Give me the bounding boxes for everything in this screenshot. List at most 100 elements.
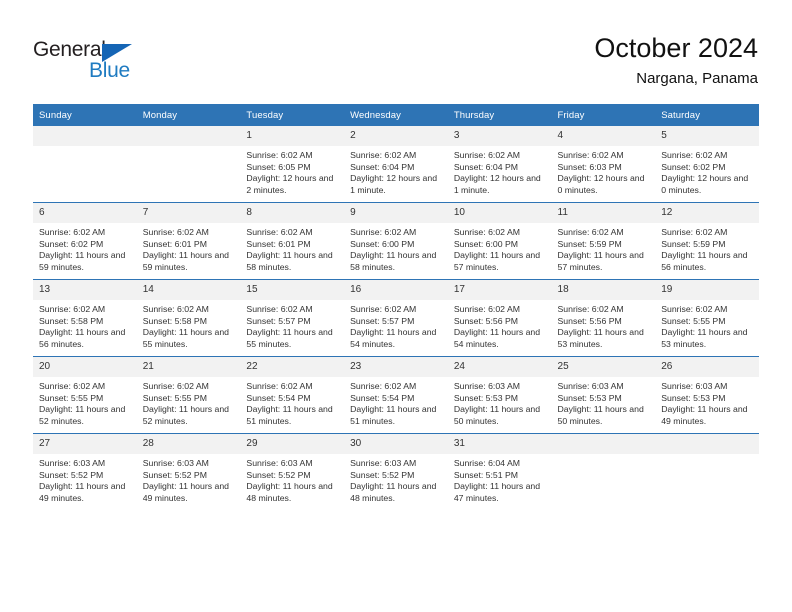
- daylight-text: Daylight: 11 hours and 50 minutes.: [557, 404, 644, 426]
- day-number: 11: [551, 203, 656, 223]
- day-details: Sunrise: 6:02 AM Sunset: 6:04 PM Daylight:…: [344, 146, 448, 196]
- sunset-text: Sunset: 5:53 PM: [453, 392, 519, 403]
- day-details: Sunrise: 6:02 AM Sunset: 6:02 PM Daylight:…: [655, 146, 759, 196]
- general-blue-logo[interactable]: General Blue: [33, 38, 163, 86]
- sunrise-text: Sunrise: 6:03 AM: [661, 381, 728, 391]
- calendar-day-cell[interactable]: 30 Sunrise: 6:03 AM Sunset: 5:52 PM Dayligh…: [344, 433, 448, 510]
- calendar-day-cell[interactable]: 11 Sunrise: 6:02 AM Sunset: 5:59 PM Dayligh…: [551, 202, 656, 280]
- calendar-page: General Blue October 2024 Nargana, Panam…: [0, 0, 792, 612]
- calendar-day-cell[interactable]: 10 Sunrise: 6:02 AM Sunset: 6:00 PM Dayligh…: [447, 202, 552, 280]
- sunrise-sunset-calendar: Sunday Monday Tuesday Wednesday Thursday…: [33, 104, 759, 510]
- day-number: 1: [240, 126, 345, 146]
- sunrise-text: Sunrise: 6:04 AM: [453, 458, 520, 468]
- day-number: 19: [655, 280, 759, 300]
- calendar-day-cell[interactable]: 6 Sunrise: 6:02 AM Sunset: 6:02 PM Daylight…: [33, 202, 137, 280]
- day-details: Sunrise: 6:02 AM Sunset: 6:00 PM Daylight:…: [344, 223, 448, 273]
- day-number: 29: [240, 434, 345, 454]
- calendar-day-cell[interactable]: 25 Sunrise: 6:03 AM Sunset: 5:53 PM Dayligh…: [551, 356, 656, 434]
- calendar-day-cell[interactable]: 14 Sunrise: 6:02 AM Sunset: 5:58 PM Dayligh…: [136, 279, 241, 357]
- sunset-text: Sunset: 6:00 PM: [350, 238, 415, 249]
- day-details: Sunrise: 6:03 AM Sunset: 5:52 PM Daylight:…: [240, 454, 344, 504]
- day-details: Sunrise: 6:02 AM Sunset: 6:01 PM Daylight:…: [137, 223, 241, 273]
- calendar-body: 1 Sunrise: 6:02 AM Sunset: 6:05 PM Daylight…: [33, 126, 759, 510]
- sunset-text: Sunset: 5:57 PM: [350, 315, 415, 326]
- day-number: 23: [344, 357, 448, 377]
- sunrise-text: Sunrise: 6:02 AM: [39, 304, 106, 314]
- sunset-text: Sunset: 5:58 PM: [142, 315, 207, 326]
- calendar-day-cell[interactable]: 26 Sunrise: 6:03 AM Sunset: 5:53 PM Dayligh…: [655, 356, 759, 434]
- sunrise-text: Sunrise: 6:02 AM: [453, 150, 520, 160]
- calendar-day-cell[interactable]: 28 Sunrise: 6:03 AM Sunset: 5:52 PM Dayligh…: [136, 433, 241, 510]
- calendar-day-cell[interactable]: 1 Sunrise: 6:02 AM Sunset: 6:05 PM Daylight…: [240, 126, 345, 203]
- daylight-text: Daylight: 12 hours and 0 minutes.: [557, 173, 645, 195]
- sunset-text: Sunset: 6:02 PM: [661, 161, 726, 172]
- calendar-day-cell[interactable]: 17 Sunrise: 6:02 AM Sunset: 5:56 PM Dayligh…: [447, 279, 552, 357]
- sunset-text: Sunset: 6:04 PM: [453, 161, 519, 172]
- day-number: 7: [136, 203, 241, 223]
- sunrise-text: Sunrise: 6:02 AM: [142, 381, 209, 391]
- day-number: 24: [447, 357, 552, 377]
- sunset-text: Sunset: 5:53 PM: [557, 392, 622, 403]
- daylight-text: Daylight: 12 hours and 2 minutes.: [246, 173, 334, 195]
- daylight-text: Daylight: 11 hours and 54 minutes.: [453, 327, 541, 349]
- daylight-text: Daylight: 11 hours and 56 minutes.: [661, 250, 748, 272]
- sunrise-text: Sunrise: 6:02 AM: [246, 150, 313, 160]
- day-number: 26: [655, 357, 759, 377]
- sunrise-text: Sunrise: 6:02 AM: [557, 227, 624, 237]
- calendar-day-cell[interactable]: 21 Sunrise: 6:02 AM Sunset: 5:55 PM Dayligh…: [136, 356, 241, 434]
- day-number: 22: [240, 357, 345, 377]
- calendar-day-cell[interactable]: 13 Sunrise: 6:02 AM Sunset: 5:58 PM Dayligh…: [33, 279, 137, 357]
- daylight-text: Daylight: 11 hours and 55 minutes.: [142, 327, 229, 349]
- calendar-day-cell[interactable]: 16 Sunrise: 6:02 AM Sunset: 5:57 PM Dayligh…: [344, 279, 448, 357]
- sunrise-text: Sunrise: 6:02 AM: [557, 304, 624, 314]
- day-number: 3: [447, 126, 552, 146]
- calendar-day-cell[interactable]: 2 Sunrise: 6:02 AM Sunset: 6:04 PM Daylight…: [344, 126, 448, 203]
- day-number: 15: [240, 280, 345, 300]
- day-details: Sunrise: 6:02 AM Sunset: 6:02 PM Daylight:…: [33, 223, 137, 273]
- calendar-day-cell[interactable]: 23 Sunrise: 6:02 AM Sunset: 5:54 PM Dayligh…: [344, 356, 448, 434]
- calendar-day-cell[interactable]: 7 Sunrise: 6:02 AM Sunset: 6:01 PM Daylight…: [136, 202, 241, 280]
- daylight-text: Daylight: 11 hours and 49 minutes.: [661, 404, 748, 426]
- sunset-text: Sunset: 5:55 PM: [661, 315, 726, 326]
- sunset-text: Sunset: 5:58 PM: [39, 315, 104, 326]
- calendar-day-cell[interactable]: 4 Sunrise: 6:02 AM Sunset: 6:03 PM Daylight…: [551, 126, 656, 203]
- day-details: Sunrise: 6:03 AM Sunset: 5:52 PM Daylight:…: [137, 454, 241, 504]
- calendar-day-cell[interactable]: 24 Sunrise: 6:03 AM Sunset: 5:53 PM Dayligh…: [447, 356, 552, 434]
- sunset-text: Sunset: 5:57 PM: [246, 315, 311, 326]
- calendar-day-cell[interactable]: 8 Sunrise: 6:02 AM Sunset: 6:01 PM Daylight…: [240, 202, 345, 280]
- calendar-day-cell[interactable]: 3 Sunrise: 6:02 AM Sunset: 6:04 PM Daylight…: [447, 126, 552, 203]
- sunset-text: Sunset: 5:52 PM: [39, 469, 104, 480]
- sunrise-text: Sunrise: 6:02 AM: [557, 150, 624, 160]
- sunset-text: Sunset: 6:01 PM: [142, 238, 207, 249]
- calendar-day-cell[interactable]: 22 Sunrise: 6:02 AM Sunset: 5:54 PM Dayligh…: [240, 356, 345, 434]
- sunrise-text: Sunrise: 6:02 AM: [350, 381, 417, 391]
- calendar-day-cell[interactable]: 5 Sunrise: 6:02 AM Sunset: 6:02 PM Daylight…: [655, 126, 759, 203]
- day-number: 21: [136, 357, 241, 377]
- day-number: 27: [33, 434, 137, 454]
- sunrise-text: Sunrise: 6:03 AM: [453, 381, 520, 391]
- calendar-day-cell[interactable]: 15 Sunrise: 6:02 AM Sunset: 5:57 PM Dayligh…: [240, 279, 345, 357]
- sunrise-text: Sunrise: 6:02 AM: [142, 227, 209, 237]
- calendar-week-row: 6 Sunrise: 6:02 AM Sunset: 6:02 PM Daylight…: [33, 202, 759, 280]
- daylight-text: Daylight: 11 hours and 52 minutes.: [142, 404, 229, 426]
- calendar-day-cell[interactable]: 18 Sunrise: 6:02 AM Sunset: 5:56 PM Dayligh…: [551, 279, 656, 357]
- day-details: Sunrise: 6:02 AM Sunset: 5:54 PM Daylight:…: [240, 377, 344, 427]
- sunrise-text: Sunrise: 6:03 AM: [557, 381, 624, 391]
- sunrise-text: Sunrise: 6:02 AM: [453, 227, 520, 237]
- day-details: Sunrise: 6:02 AM Sunset: 6:05 PM Daylight:…: [240, 146, 344, 196]
- calendar-day-cell[interactable]: 9 Sunrise: 6:02 AM Sunset: 6:00 PM Daylight…: [344, 202, 448, 280]
- sunset-text: Sunset: 5:59 PM: [661, 238, 726, 249]
- daylight-text: Daylight: 11 hours and 50 minutes.: [453, 404, 541, 426]
- calendar-day-cell[interactable]: 19 Sunrise: 6:02 AM Sunset: 5:55 PM Dayligh…: [655, 279, 759, 357]
- title-block: October 2024 Nargana, Panama: [594, 32, 758, 89]
- daylight-text: Daylight: 12 hours and 1 minute.: [350, 173, 438, 195]
- calendar-day-cell[interactable]: 31 Sunrise: 6:04 AM Sunset: 5:51 PM Dayligh…: [447, 433, 552, 510]
- sunset-text: Sunset: 5:56 PM: [557, 315, 622, 326]
- calendar-day-cell[interactable]: 29 Sunrise: 6:03 AM Sunset: 5:52 PM Dayligh…: [240, 433, 345, 510]
- daylight-text: Daylight: 11 hours and 51 minutes.: [350, 404, 437, 426]
- calendar-day-cell[interactable]: 27 Sunrise: 6:03 AM Sunset: 5:52 PM Dayligh…: [33, 433, 137, 510]
- sunset-text: Sunset: 5:59 PM: [557, 238, 622, 249]
- calendar-day-cell[interactable]: 20 Sunrise: 6:02 AM Sunset: 5:55 PM Dayligh…: [33, 356, 137, 434]
- calendar-day-cell[interactable]: 12 Sunrise: 6:02 AM Sunset: 5:59 PM Dayligh…: [655, 202, 759, 280]
- sunset-text: Sunset: 5:55 PM: [142, 392, 207, 403]
